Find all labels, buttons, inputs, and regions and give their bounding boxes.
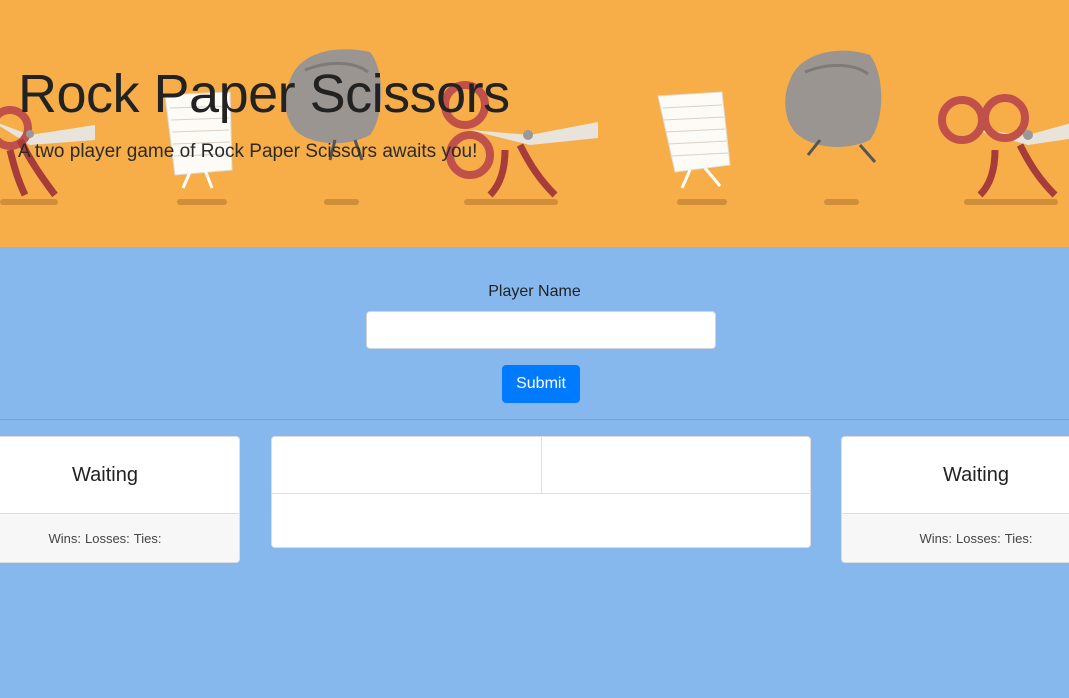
submit-button[interactable]: Submit (502, 365, 580, 403)
result-panel (271, 494, 811, 548)
choices-row (271, 436, 811, 494)
page-title: Rock Paper Scissors (18, 64, 510, 124)
player-one-card: Waiting Wins: Losses: Ties: (0, 436, 240, 563)
scissors-icon (938, 94, 1069, 198)
player-name-input[interactable] (366, 311, 716, 349)
player-two-stats: Wins: Losses: Ties: (842, 514, 1069, 562)
losses-label: Losses: (84, 531, 130, 546)
rock-icon (785, 50, 882, 163)
player-one-status: Waiting (0, 437, 239, 514)
ties-label: Ties: (133, 531, 162, 546)
game-board (271, 436, 811, 548)
player-name-form: Player Name Submit (0, 247, 1069, 420)
player-name-label: Player Name (488, 283, 581, 300)
player-one-stats: Wins: Losses: Ties: (0, 514, 239, 562)
ties-label: Ties: (1004, 531, 1033, 546)
wins-label: Wins: (48, 531, 81, 546)
player-one-choice (272, 437, 541, 493)
losses-label: Losses: (955, 531, 1001, 546)
jumbotron-header: Rock Paper Scissors A two player game of… (0, 0, 1069, 247)
paper-icon (657, 91, 731, 189)
page-subtitle: A two player game of Rock Paper Scissors… (18, 141, 478, 162)
wins-label: Wins: (919, 531, 952, 546)
section-divider (0, 419, 1069, 420)
player-two-choice (540, 437, 811, 493)
player-two-card: Waiting Wins: Losses: Ties: (841, 436, 1069, 563)
player-two-status: Waiting (842, 437, 1069, 514)
